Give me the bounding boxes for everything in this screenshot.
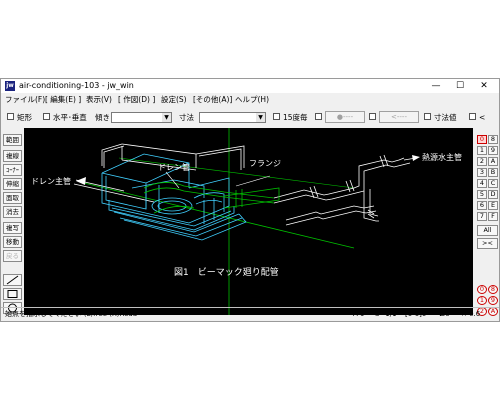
tool-rectangle[interactable] <box>3 288 22 300</box>
maximize-button[interactable]: ☐ <box>449 79 471 93</box>
menu-draw[interactable]: [ 作図(D) ] <box>118 95 155 105</box>
tool-copy[interactable]: 複写 <box>3 222 22 234</box>
dimvalue-checkbox[interactable] <box>424 113 431 120</box>
label-flange: フランジ <box>249 159 281 168</box>
lt-checkbox[interactable] <box>469 113 476 120</box>
tool-undo[interactable]: 戻る <box>3 250 22 262</box>
dimvalue-label: 寸法値 <box>434 113 457 122</box>
line-icon <box>6 275 19 285</box>
layer-f[interactable]: F <box>488 212 498 221</box>
layer-4[interactable]: 4 <box>477 179 487 188</box>
rectangle-icon <box>7 290 18 298</box>
layer-a[interactable]: A <box>488 157 498 166</box>
tool-bar: 矩形 水平･垂直 傾き ▼ 寸法 ▼ 15度毎 ●---- <---- 寸法値 … <box>1 109 499 125</box>
tool-corner[interactable]: ｺｰﾅｰ <box>3 164 22 176</box>
group-9[interactable]: 9 <box>488 296 498 305</box>
app-window: jw air-conditioning-103 - jw_win — ☐ ✕ フ… <box>0 78 500 322</box>
status-angle[interactable]: ∠0 <box>439 310 450 319</box>
circle-line-button[interactable]: ●---- <box>325 111 365 123</box>
label-drain-pipe: ドレン管 <box>158 162 190 172</box>
left-tool-palette: 範囲 複線 ｺｰﾅｰ 伸縮 面取 消去 複写 移動 戻る <box>1 128 23 315</box>
layer-palette: 0 8 1 9 2 A 3 B 4 C 5 D 6 E 7 F All >< 0… <box>475 128 499 316</box>
chevron-down-icon[interactable]: ▼ <box>162 113 171 122</box>
menu-bar: ファイル(F) [ 編集(E) ] 表示(V) [ 作図(D) ] 設定(S) … <box>1 94 499 106</box>
arrow-heat-main <box>403 155 420 161</box>
layer-b[interactable]: B <box>488 168 498 177</box>
layer-c[interactable]: C <box>488 179 498 188</box>
snap-checkbox[interactable] <box>315 113 322 120</box>
layer-7[interactable]: 7 <box>477 212 487 221</box>
tool-move[interactable]: 移動 <box>3 236 22 248</box>
drain-pipe <box>143 182 280 214</box>
menu-help[interactable]: ヘルプ(H) <box>235 95 269 105</box>
tool-line[interactable] <box>3 274 22 286</box>
layer-2[interactable]: 2 <box>477 157 487 166</box>
status-layer[interactable]: [0-0]0 <box>405 310 426 319</box>
layer-1[interactable]: 1 <box>477 146 487 155</box>
layer-0[interactable]: 0 <box>477 135 487 144</box>
label-drain-main: ドレン主管 <box>31 176 71 186</box>
tilt-label: 傾き <box>95 113 110 122</box>
drain-main-piping <box>73 177 155 203</box>
tool-stretch[interactable]: 伸縮 <box>3 178 22 190</box>
drawing-canvas[interactable]: ドレン管 フランジ 熱源水主管 ドレン主管 図1 ビーマック廻り配管 <box>24 128 473 315</box>
drain-pipe-leader <box>165 171 180 189</box>
tool-offset[interactable]: 複線 <box>3 150 22 162</box>
deg15-label: 15度毎 <box>283 113 308 122</box>
menu-edit[interactable]: [ 編集(E) ] <box>45 95 81 105</box>
tool-erase[interactable]: 消去 <box>3 206 22 218</box>
flange-leader <box>235 175 271 187</box>
layer-swap-button[interactable]: >< <box>477 238 498 249</box>
layer-8[interactable]: 8 <box>488 135 498 144</box>
group-0[interactable]: 0 <box>477 285 487 294</box>
layer-d[interactable]: D <box>488 190 498 199</box>
tool-range[interactable]: 範囲 <box>3 134 22 146</box>
hv-label: 水平･垂直 <box>53 113 87 122</box>
heat-source-piping <box>273 157 411 226</box>
minimize-button[interactable]: — <box>425 79 447 93</box>
chevron-down-icon[interactable]: ▼ <box>256 113 265 122</box>
group-8[interactable]: 8 <box>488 285 498 294</box>
layer-3[interactable]: 3 <box>477 168 487 177</box>
layer-all-button[interactable]: All <box>477 225 498 236</box>
hv-checkbox[interactable] <box>43 113 50 120</box>
tilt-combo[interactable]: ▼ <box>111 112 172 123</box>
status-s[interactable]: S=1/1 <box>375 310 397 319</box>
status-mag[interactable]: × 0.6 <box>461 310 480 319</box>
arrow-checkbox[interactable] <box>369 113 376 120</box>
rect-label: 矩形 <box>17 113 32 122</box>
drawing-caption: 図1 ビーマック廻り配管 <box>174 266 279 278</box>
menu-settings[interactable]: 設定(S) <box>161 95 187 105</box>
status-scale[interactable]: A-9 <box>353 310 365 319</box>
layer-9[interactable]: 9 <box>488 146 498 155</box>
menu-file[interactable]: ファイル(F) <box>5 95 45 105</box>
menu-view[interactable]: 表示(V) <box>86 95 112 105</box>
group-1[interactable]: 1 <box>477 296 487 305</box>
dim-label: 寸法 <box>179 113 194 122</box>
layer-6[interactable]: 6 <box>477 201 487 210</box>
close-button[interactable]: ✕ <box>473 79 495 93</box>
break-marks <box>309 154 389 219</box>
status-bar: 始点を指示してください (L)free (R)Read A-9 S=1/1 [0… <box>1 307 499 322</box>
layer-5[interactable]: 5 <box>477 190 487 199</box>
cad-drawing: ドレン管 フランジ 熱源水主管 ドレン主管 図1 ビーマック廻り配管 <box>31 128 462 315</box>
menu-other[interactable]: [その他(A)] <box>193 95 232 105</box>
deg15-checkbox[interactable] <box>273 113 280 120</box>
app-icon: jw <box>5 81 15 91</box>
dim-combo[interactable]: ▼ <box>199 112 266 123</box>
label-heat-main: 熱源水主管 <box>422 152 462 162</box>
rect-checkbox[interactable] <box>7 113 14 120</box>
title-bar: jw air-conditioning-103 - jw_win — ☐ ✕ <box>1 79 499 93</box>
lt-label: < <box>479 113 486 122</box>
layer-e[interactable]: E <box>488 201 498 210</box>
window-title: air-conditioning-103 - jw_win <box>19 81 134 90</box>
status-message: 始点を指示してください (L)free (R)Read <box>5 310 138 318</box>
arrow-line-button[interactable]: <---- <box>379 111 419 123</box>
tool-chamfer[interactable]: 面取 <box>3 192 22 204</box>
